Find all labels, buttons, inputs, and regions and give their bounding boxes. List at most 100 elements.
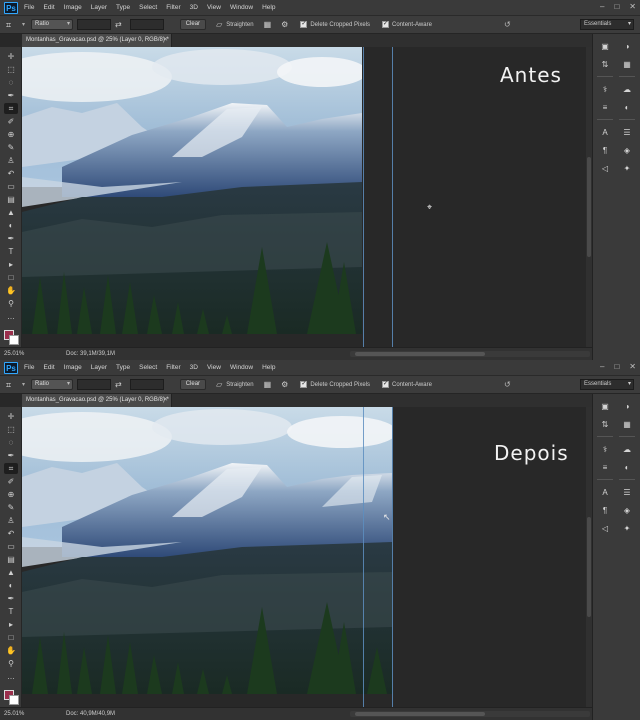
scrollbar-thumb[interactable] bbox=[355, 712, 485, 716]
marquee-tool-icon[interactable]: ⬚ bbox=[4, 64, 18, 75]
move-tool-icon[interactable]: ✛ bbox=[4, 411, 18, 422]
swatches-panel-icon[interactable]: ▦ bbox=[619, 58, 635, 72]
character-panel-icon[interactable]: A bbox=[597, 486, 613, 500]
move-tool-icon[interactable]: ✛ bbox=[4, 51, 18, 62]
guide-line[interactable] bbox=[363, 47, 364, 347]
swap-icon[interactable]: ⇄ bbox=[115, 20, 122, 29]
guide-line[interactable] bbox=[363, 407, 364, 707]
paragraph-panel-icon[interactable]: ¶ bbox=[597, 144, 613, 158]
pen-tool-icon[interactable]: ✒ bbox=[4, 233, 18, 244]
chevron-down-icon[interactable]: ▾ bbox=[22, 21, 25, 28]
menu-image[interactable]: Image bbox=[64, 4, 82, 11]
straighten-label[interactable]: Straighten bbox=[226, 382, 253, 388]
menu-help[interactable]: Help bbox=[262, 364, 275, 371]
history-brush-tool-icon[interactable]: ↶ bbox=[4, 528, 18, 539]
close-button[interactable]: ✕ bbox=[629, 362, 636, 371]
brush-tool-icon[interactable]: ✎ bbox=[4, 142, 18, 153]
minimize-button[interactable]: – bbox=[600, 2, 604, 11]
document-tab[interactable]: Montanhas_Gravacao.psd @ 25% (Layer 0, R… bbox=[22, 34, 172, 47]
history-panel-icon[interactable]: ▣ bbox=[597, 400, 613, 414]
lasso-tool-icon[interactable]: ◌ bbox=[4, 437, 18, 448]
chevron-down-icon[interactable]: ▾ bbox=[22, 381, 25, 388]
scrollbar-thumb[interactable] bbox=[355, 352, 485, 356]
maximize-button[interactable]: □ bbox=[614, 2, 619, 11]
brush-settings-icon[interactable]: ⚕ bbox=[597, 443, 613, 457]
menu-filter[interactable]: Filter bbox=[166, 4, 180, 11]
channels-panel-icon[interactable]: ◈ bbox=[619, 504, 635, 518]
menu-window[interactable]: Window bbox=[230, 4, 253, 11]
channels-panel-icon[interactable]: ◈ bbox=[619, 144, 635, 158]
menu-3d[interactable]: 3D bbox=[190, 364, 198, 371]
menu-select[interactable]: Select bbox=[139, 364, 157, 371]
straighten-icon[interactable]: ▱ bbox=[216, 380, 222, 389]
menu-3d[interactable]: 3D bbox=[190, 4, 198, 11]
gradient-tool-icon[interactable]: ▤ bbox=[4, 554, 18, 565]
adjust-panel-icon[interactable]: ≡ bbox=[597, 461, 613, 475]
clone-stamp-tool-icon[interactable]: ♙ bbox=[4, 155, 18, 166]
dodge-tool-icon[interactable]: ◐ bbox=[4, 220, 18, 231]
ratio-height-input[interactable] bbox=[129, 19, 164, 30]
workspace-select[interactable]: Essentials bbox=[580, 19, 634, 30]
ratio-select[interactable]: Ratio bbox=[31, 19, 74, 30]
content-aware-checkbox[interactable]: ✓ Content-Aware bbox=[382, 381, 432, 388]
straighten-label[interactable]: Straighten bbox=[226, 22, 253, 28]
grid-overlay-icon[interactable]: ▦ bbox=[264, 20, 272, 29]
delete-cropped-checkbox[interactable]: ✓ Delete Cropped Pixels bbox=[300, 21, 370, 28]
properties-panel-icon[interactable]: ⇅ bbox=[597, 58, 613, 72]
minimize-button[interactable]: – bbox=[600, 362, 604, 371]
content-aware-checkbox[interactable]: ✓ Content-Aware bbox=[382, 21, 432, 28]
zoom-tool-icon[interactable]: ⚲ bbox=[4, 658, 18, 669]
crop-tool-icon[interactable]: ⌗ bbox=[4, 463, 18, 474]
color-panel-icon[interactable]: ◑ bbox=[619, 40, 635, 54]
horizontal-scrollbar[interactable] bbox=[350, 711, 590, 717]
clear-button[interactable]: Clear bbox=[179, 19, 207, 30]
paths-panel-icon[interactable]: ✦ bbox=[619, 522, 635, 536]
type-tool-icon[interactable]: T bbox=[4, 246, 18, 257]
menu-edit[interactable]: Edit bbox=[43, 4, 54, 11]
healing-tool-icon[interactable]: ⊕ bbox=[4, 129, 18, 140]
eyedropper-tool-icon[interactable]: ✐ bbox=[4, 116, 18, 127]
menu-view[interactable]: View bbox=[207, 4, 221, 11]
close-icon[interactable]: ✕ bbox=[163, 394, 168, 407]
pen-tool-icon[interactable]: ✒ bbox=[4, 593, 18, 604]
quick-select-tool-icon[interactable]: ✒ bbox=[4, 450, 18, 461]
zoom-level[interactable]: 25.01% bbox=[0, 711, 36, 717]
background-color-swatch[interactable] bbox=[9, 695, 19, 705]
reset-icon[interactable]: ↺ bbox=[504, 380, 511, 389]
swap-icon[interactable]: ⇄ bbox=[115, 380, 122, 389]
blur-tool-icon[interactable]: ▲ bbox=[4, 567, 18, 578]
menu-type[interactable]: Type bbox=[116, 4, 130, 11]
history-brush-tool-icon[interactable]: ↶ bbox=[4, 168, 18, 179]
brush-settings-icon[interactable]: ⚕ bbox=[597, 83, 613, 97]
layers-panel-icon[interactable]: ☰ bbox=[619, 126, 635, 140]
reset-icon[interactable]: ↺ bbox=[504, 20, 511, 29]
guide-line[interactable] bbox=[392, 407, 393, 707]
menu-layer[interactable]: Layer bbox=[91, 4, 107, 11]
blur-tool-icon[interactable]: ▲ bbox=[4, 207, 18, 218]
glyphs-panel-icon[interactable]: ◁ bbox=[597, 162, 613, 176]
menu-file[interactable]: File bbox=[24, 4, 34, 11]
eraser-tool-icon[interactable]: ▭ bbox=[4, 181, 18, 192]
maximize-button[interactable]: □ bbox=[614, 362, 619, 371]
rectangle-tool-icon[interactable]: □ bbox=[4, 272, 18, 283]
straighten-icon[interactable]: ▱ bbox=[216, 20, 222, 29]
clone-stamp-tool-icon[interactable]: ♙ bbox=[4, 515, 18, 526]
eyedropper-tool-icon[interactable]: ✐ bbox=[4, 476, 18, 487]
properties-panel-icon[interactable]: ⇅ bbox=[597, 418, 613, 432]
close-button[interactable]: ✕ bbox=[629, 2, 636, 11]
gear-icon[interactable]: ⚙ bbox=[281, 380, 288, 389]
brush-tool-icon[interactable]: ✎ bbox=[4, 502, 18, 513]
eraser-tool-icon[interactable]: ▭ bbox=[4, 541, 18, 552]
layers-panel-icon[interactable]: ☰ bbox=[619, 486, 635, 500]
menu-filter[interactable]: Filter bbox=[166, 364, 180, 371]
hand-tool-icon[interactable]: ✋ bbox=[4, 645, 18, 656]
ratio-width-input[interactable] bbox=[77, 379, 112, 390]
glyphs-panel-icon[interactable]: ◁ bbox=[597, 522, 613, 536]
delete-cropped-checkbox[interactable]: ✓ Delete Cropped Pixels bbox=[300, 381, 370, 388]
grid-overlay-icon[interactable]: ▦ bbox=[264, 380, 272, 389]
rectangle-tool-icon[interactable]: □ bbox=[4, 632, 18, 643]
color-panel-icon[interactable]: ◑ bbox=[619, 400, 635, 414]
healing-tool-icon[interactable]: ⊕ bbox=[4, 489, 18, 500]
zoom-level[interactable]: 25.01% bbox=[0, 351, 36, 357]
marquee-tool-icon[interactable]: ⬚ bbox=[4, 424, 18, 435]
